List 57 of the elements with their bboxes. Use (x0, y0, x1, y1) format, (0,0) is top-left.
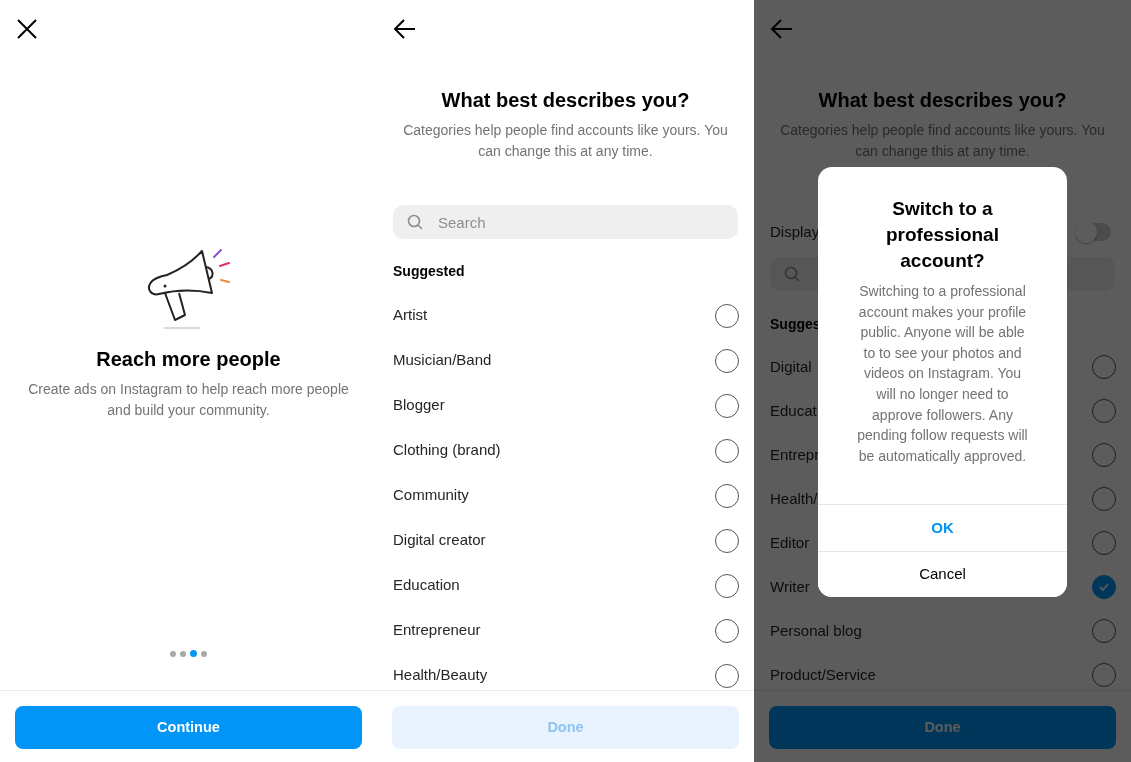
back-arrow-icon[interactable] (393, 18, 417, 40)
category-label: Health/Beauty (393, 665, 488, 686)
radio-button[interactable] (715, 393, 739, 418)
category-label: Clothing (brand) (393, 440, 501, 461)
radio-button[interactable] (1092, 355, 1116, 379)
dialog-title: Switch to a professional account? (885, 197, 1000, 273)
radio-button[interactable] (715, 303, 739, 328)
dialog-message: Switching to a professional account makes your profile public. Anyone will be able to to see your photos and videos on Instagram. You will no longer need to approve followers. Any pending follow requests will be automatically approved. (856, 282, 1029, 466)
category-label: Product/Service (770, 664, 876, 685)
section-heading: Suggested (393, 262, 465, 281)
page-dot[interactable] (190, 650, 197, 657)
page-dot[interactable] (180, 650, 186, 657)
radio-button[interactable] (715, 573, 739, 598)
page-title: What best describes you? (817, 88, 1068, 112)
intro-title: Reach more people (95, 347, 282, 371)
category-label: Health/ (770, 488, 818, 509)
radio-button[interactable] (715, 438, 739, 463)
page-dot[interactable] (201, 650, 207, 657)
category-label: Community (393, 485, 469, 506)
radio-button[interactable] (715, 528, 739, 553)
intro-description: Create ads on Instagram to help reach more people and build your community. (27, 380, 350, 420)
category-label: Digital creator (393, 530, 486, 551)
radio-button[interactable] (1092, 663, 1116, 687)
done-button[interactable]: Done (769, 706, 1116, 749)
search-field[interactable]: Search (393, 205, 738, 239)
continue-button[interactable]: Continue (15, 706, 362, 749)
category-label: Personal blog (770, 620, 862, 641)
category-label: Education (393, 575, 460, 596)
radio-button[interactable] (715, 348, 739, 373)
page-title: What best describes you? (440, 88, 691, 112)
category-label: Entrepreneur (393, 620, 481, 641)
radio-button[interactable] (1092, 531, 1116, 555)
search-icon (407, 214, 423, 230)
radio-button[interactable] (1092, 575, 1116, 599)
category-label: Writer (770, 576, 810, 597)
category-label: Digital (770, 356, 812, 377)
page-dot[interactable] (170, 650, 176, 657)
search-icon (784, 266, 800, 282)
category-label: Artist (393, 305, 428, 326)
section-heading: Sugges (770, 315, 821, 334)
page-description: Categories help people find accounts like yours. You can change this at any time. (402, 121, 729, 161)
radio-button[interactable] (1092, 619, 1116, 643)
category-label: Blogger (393, 395, 445, 416)
toggle-label: Display (770, 221, 820, 242)
category-label: Musician/Band (393, 350, 492, 371)
close-icon[interactable] (16, 18, 38, 40)
radio-button[interactable] (1092, 487, 1116, 511)
radio-button[interactable] (1092, 399, 1116, 423)
radio-button[interactable] (715, 618, 739, 643)
toggle-switch[interactable] (1077, 223, 1111, 241)
radio-button[interactable] (1092, 443, 1116, 467)
radio-button[interactable] (715, 663, 739, 688)
radio-button[interactable] (715, 483, 739, 508)
category-label: Editor (770, 532, 810, 553)
category-label: Entrepr (770, 444, 820, 465)
category-label: Educat (770, 400, 817, 421)
cancel-button[interactable]: Cancel (818, 550, 1067, 598)
